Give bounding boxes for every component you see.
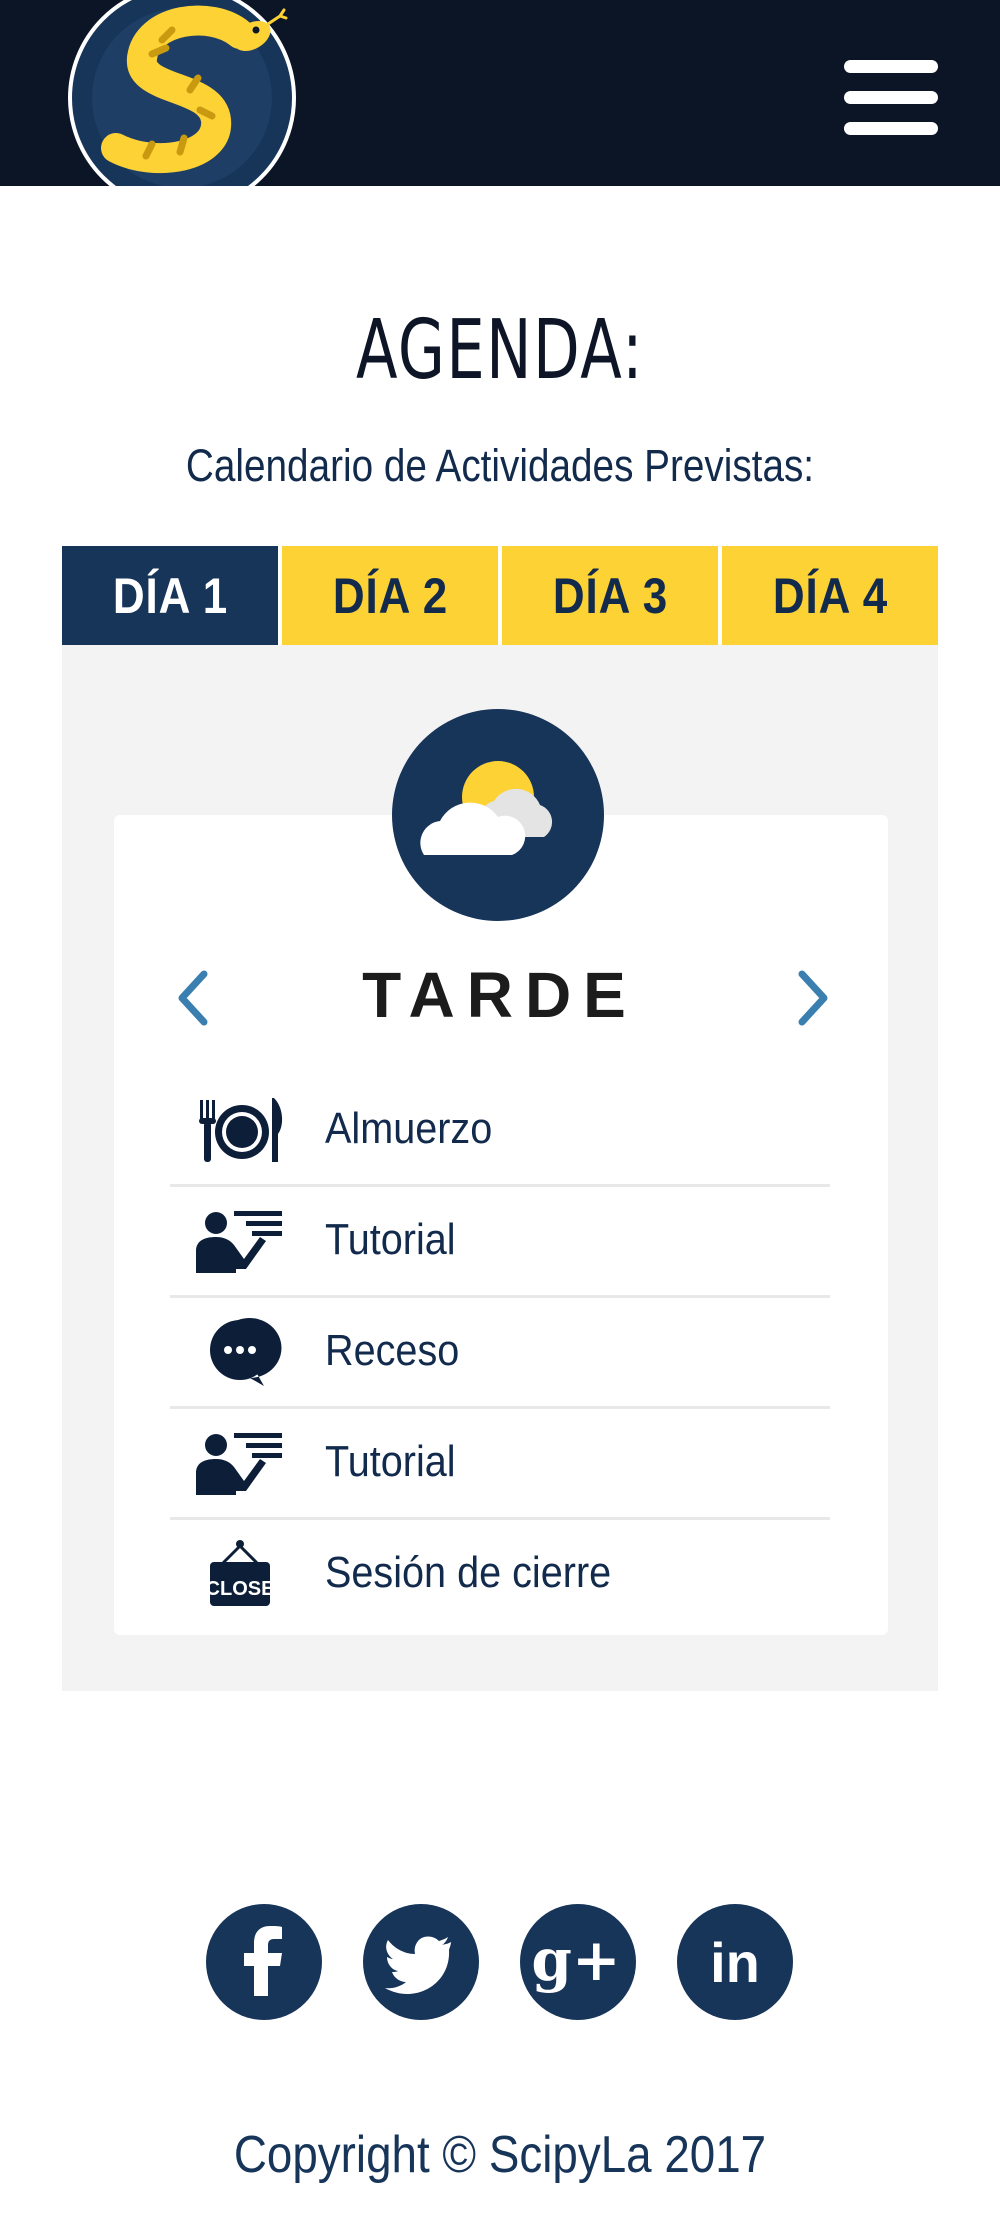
close-sign-text: CLOSE — [206, 1578, 275, 1600]
previous-arrow-icon[interactable] — [172, 968, 212, 1028]
list-item: CLOSE Sesión de cierre — [170, 1520, 830, 1631]
list-item: Almuerzo — [170, 1076, 830, 1187]
google-plus-glyph: g+ — [531, 1926, 620, 1994]
list-item: Tutorial — [170, 1409, 830, 1520]
tab-label: DÍA 2 — [332, 567, 448, 624]
linkedin-glyph: in — [710, 1931, 760, 1994]
schedule-list: Almuerzo Tutorial Receso Tutorial CLOSE … — [170, 1076, 830, 1631]
list-item-label: Sesión de cierre — [325, 1548, 612, 1597]
day-tabs: DÍA 1 DÍA 2 DÍA 3 DÍA 4 — [62, 546, 938, 645]
google-plus-icon[interactable]: g+ — [520, 1904, 636, 2020]
tab-label: DÍA 3 — [552, 567, 668, 624]
tab-label: DÍA 1 — [112, 567, 228, 624]
agenda-title: AGENDA: — [355, 303, 645, 398]
twitter-icon[interactable] — [363, 1904, 479, 2020]
list-item-label: Tutorial — [325, 1437, 456, 1486]
facebook-icon[interactable] — [206, 1904, 322, 2020]
fork-plate-knife-icon — [194, 1096, 286, 1166]
agenda-subtitle: Calendario de Actividades Previstas: — [185, 440, 815, 491]
presenter-board-icon — [194, 1429, 286, 1499]
hamburger-menu-icon[interactable] — [844, 60, 938, 136]
list-item: Tutorial — [170, 1187, 830, 1298]
list-item-label: Tutorial — [325, 1215, 456, 1264]
presenter-board-icon — [194, 1207, 286, 1277]
tab-dia-2[interactable]: DÍA 2 — [282, 546, 498, 645]
linkedin-icon[interactable]: in — [677, 1904, 793, 2020]
tab-dia-3[interactable]: DÍA 3 — [502, 546, 718, 645]
list-item: Receso — [170, 1298, 830, 1409]
tab-dia-4[interactable]: DÍA 4 — [722, 546, 938, 645]
list-item-label: Almuerzo — [325, 1104, 493, 1153]
scipyla-logo[interactable] — [62, 0, 300, 186]
list-item-label: Receso — [325, 1326, 460, 1375]
chat-bubble-icon — [194, 1318, 286, 1388]
top-navbar — [0, 0, 1000, 186]
tab-dia-1[interactable]: DÍA 1 — [62, 546, 278, 645]
session-period-title: TARDE — [362, 959, 638, 1031]
tab-label: DÍA 4 — [772, 567, 888, 624]
sun-cloud-icon — [392, 709, 604, 921]
next-arrow-icon[interactable] — [794, 968, 834, 1028]
copyright-text: Copyright © ScipyLa 2017 — [233, 2126, 767, 2184]
close-sign-icon: CLOSE — [194, 1540, 286, 1610]
